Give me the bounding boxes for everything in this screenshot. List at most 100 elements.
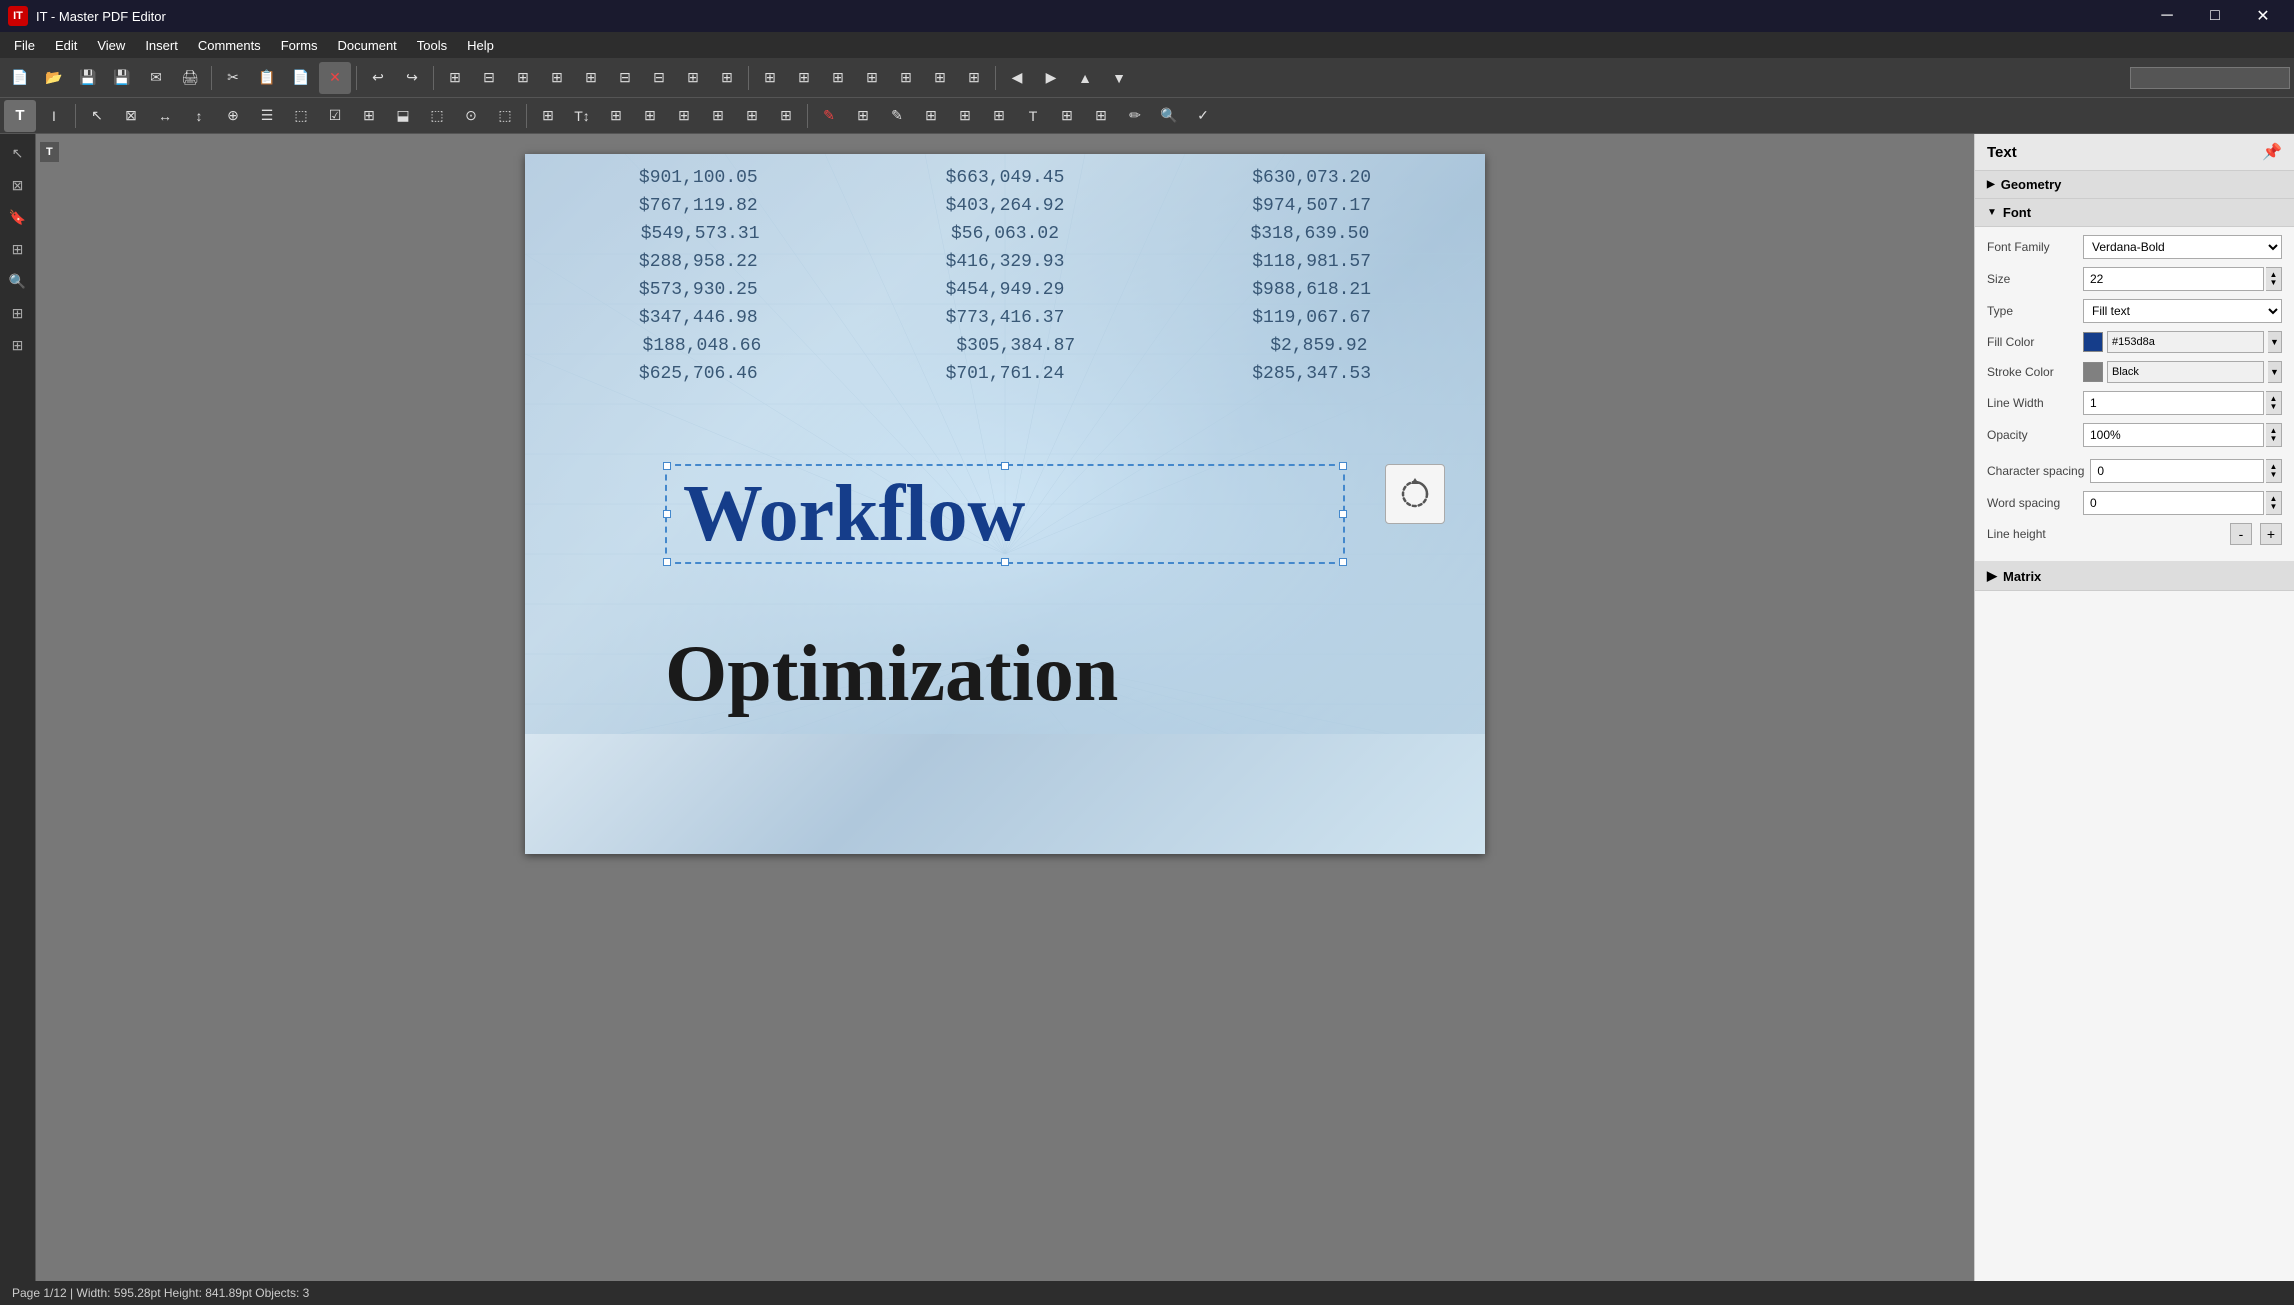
undo-button[interactable]: ↩	[362, 62, 394, 94]
form-tool-3[interactable]: ⊞	[353, 100, 385, 132]
email-button[interactable]: ✉	[140, 62, 172, 94]
paste-button[interactable]: 📄	[285, 62, 317, 94]
text-tool-active[interactable]: T	[4, 100, 36, 132]
annot-tool-7[interactable]: ⊞	[736, 100, 768, 132]
line-width-down[interactable]: ▼	[2270, 403, 2278, 411]
opacity-spinner[interactable]: ▲ ▼	[2266, 423, 2282, 447]
font-size-input[interactable]	[2083, 267, 2264, 291]
tb-btn-16[interactable]: ⊞	[958, 62, 990, 94]
char-spacing-spinner[interactable]: ▲ ▼	[2266, 459, 2282, 483]
sidebar-select-btn[interactable]: ↖	[3, 138, 33, 168]
menu-comments[interactable]: Comments	[188, 32, 271, 58]
pen-tool[interactable]: ✏	[1119, 100, 1151, 132]
save-as-button[interactable]: 💾	[106, 62, 138, 94]
select-tool[interactable]: ↖	[81, 100, 113, 132]
form-tool-1[interactable]: ⬚	[285, 100, 317, 132]
draw-tool-4[interactable]: ⊞	[915, 100, 947, 132]
text-tool-2[interactable]: I	[38, 100, 70, 132]
menu-help[interactable]: Help	[457, 32, 504, 58]
panel-pin-button[interactable]: 📌	[2262, 142, 2282, 162]
annot-tool-8[interactable]: ⊞	[770, 100, 802, 132]
minimize-button[interactable]: ─	[2144, 0, 2190, 32]
sidebar-pages-btn[interactable]: ⊠	[3, 170, 33, 200]
save-button[interactable]: 💾	[72, 62, 104, 94]
tb-btn-13[interactable]: ⊞	[856, 62, 888, 94]
sidebar-search-btn[interactable]: 🔍	[3, 266, 33, 296]
annot-tool-4[interactable]: ⊞	[634, 100, 666, 132]
word-spacing-down[interactable]: ▼	[2270, 503, 2278, 511]
annot-tool-1[interactable]: ⊞	[532, 100, 564, 132]
annot-tool-6[interactable]: ⊞	[702, 100, 734, 132]
rotate-handle[interactable]	[1385, 464, 1445, 524]
form-tool-5[interactable]: ⬚	[421, 100, 453, 132]
search-tool[interactable]: 🔍	[1153, 100, 1185, 132]
tb-btn-11[interactable]: ⊞	[788, 62, 820, 94]
tb-btn-4[interactable]: ⊞	[541, 62, 573, 94]
pan-tool[interactable]: ☰	[251, 100, 283, 132]
annot-tool-5[interactable]: ⊞	[668, 100, 700, 132]
menu-tools[interactable]: Tools	[407, 32, 457, 58]
workflow-text[interactable]: Workflow	[683, 474, 1327, 554]
resize-handle-top-mid[interactable]	[1001, 462, 1009, 470]
resize-handle-mid-left[interactable]	[663, 510, 671, 518]
open-button[interactable]: 📂	[38, 62, 70, 94]
geometry-section-header[interactable]: ▶ Geometry	[1975, 171, 2294, 199]
fill-color-dropdown[interactable]: ▼	[2268, 331, 2282, 353]
tb-btn-9[interactable]: ⊞	[711, 62, 743, 94]
draw-tool-3[interactable]: ✎	[881, 100, 913, 132]
next-page-button[interactable]: ▶	[1035, 62, 1067, 94]
redo-button[interactable]: ↪	[396, 62, 428, 94]
next-nav-button[interactable]: ▼	[1103, 62, 1135, 94]
sign-tool[interactable]: ⊞	[1085, 100, 1117, 132]
sidebar-annot-btn[interactable]: ⊞	[3, 298, 33, 328]
resize-handle-top-right[interactable]	[1339, 462, 1347, 470]
new-button[interactable]: 📄	[4, 62, 36, 94]
maximize-button[interactable]: □	[2192, 0, 2238, 32]
stroke-color-swatch[interactable]	[2083, 362, 2103, 382]
annot-tool-3[interactable]: ⊞	[600, 100, 632, 132]
line-height-plus[interactable]: +	[2260, 523, 2282, 545]
draw-tool-6[interactable]: ⊞	[983, 100, 1015, 132]
sidebar-layers-btn[interactable]: ⊞	[3, 234, 33, 264]
tb-btn-15[interactable]: ⊞	[924, 62, 956, 94]
font-family-select[interactable]: Verdana-Bold	[2083, 235, 2282, 259]
tb-btn-14[interactable]: ⊞	[890, 62, 922, 94]
stroke-color-input[interactable]	[2107, 361, 2264, 383]
fill-color-input[interactable]	[2107, 331, 2264, 353]
opacity-input[interactable]	[2083, 423, 2264, 447]
print-button[interactable]: 🖨	[174, 62, 206, 94]
resize-handle-bottom-left[interactable]	[663, 558, 671, 566]
word-spacing-input[interactable]	[2083, 491, 2264, 515]
radio-tool[interactable]: ⊙	[455, 100, 487, 132]
menu-file[interactable]: File	[4, 32, 45, 58]
line-width-input[interactable]	[2083, 391, 2264, 415]
type-select[interactable]: Fill text	[2083, 299, 2282, 323]
opacity-down[interactable]: ▼	[2270, 435, 2278, 443]
close-button[interactable]: ✕	[2240, 0, 2286, 32]
tb-btn-7[interactable]: ⊟	[643, 62, 675, 94]
word-spacing-spinner[interactable]: ▲ ▼	[2266, 491, 2282, 515]
resize-handle-mid-right[interactable]	[1339, 510, 1347, 518]
annot-tool-2[interactable]: T↕	[566, 100, 598, 132]
cut-button[interactable]: ✂	[217, 62, 249, 94]
menu-forms[interactable]: Forms	[271, 32, 328, 58]
sidebar-bookmarks-btn[interactable]: 🔖	[3, 202, 33, 232]
tb-btn-10[interactable]: ⊞	[754, 62, 786, 94]
rotate-tool[interactable]: ↔	[149, 100, 181, 132]
sidebar-attach-btn[interactable]: ⊞	[3, 330, 33, 360]
stroke-color-dropdown[interactable]: ▼	[2268, 361, 2282, 383]
resize-handle-bottom-right[interactable]	[1339, 558, 1347, 566]
workflow-selection-box[interactable]: Workflow	[665, 464, 1345, 564]
search-input[interactable]	[2130, 67, 2290, 89]
prev-nav-button[interactable]: ▲	[1069, 62, 1101, 94]
canvas-area[interactable]: T	[36, 134, 1974, 1281]
font-size-spinner[interactable]: ▲ ▼	[2266, 267, 2282, 291]
optimization-text[interactable]: Optimization	[665, 634, 1405, 714]
font-size-down[interactable]: ▼	[2270, 279, 2278, 287]
char-spacing-down[interactable]: ▼	[2270, 471, 2278, 479]
tb-btn-12[interactable]: ⊞	[822, 62, 854, 94]
matrix-section-header[interactable]: ▶ Matrix	[1975, 562, 2294, 591]
delete-button[interactable]: ✕	[319, 62, 351, 94]
tb-btn-8[interactable]: ⊞	[677, 62, 709, 94]
draw-tool-2[interactable]: ⊞	[847, 100, 879, 132]
